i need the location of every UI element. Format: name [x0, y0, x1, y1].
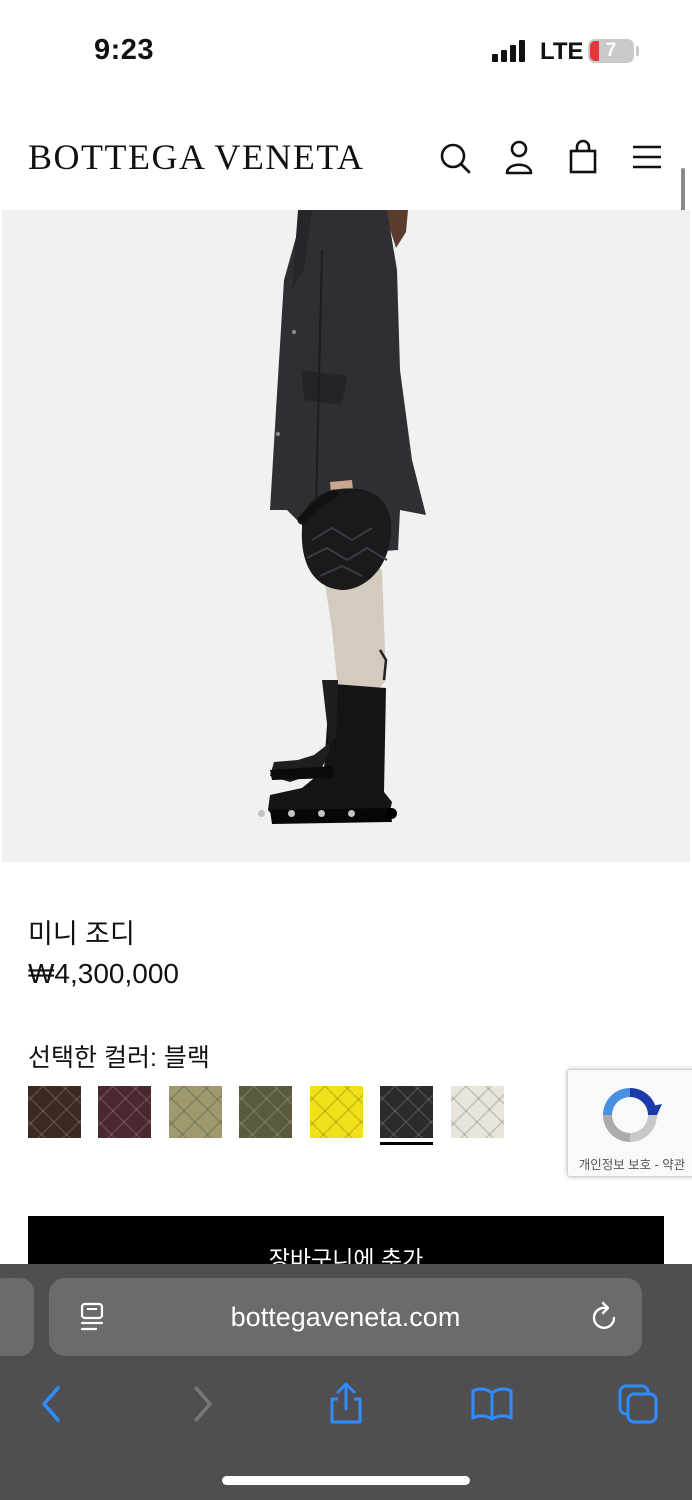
selected-swatch-underline: [380, 1142, 433, 1145]
product-image-carousel[interactable]: [2, 210, 690, 862]
previous-tab-preview[interactable]: [0, 1278, 34, 1356]
color-swatch[interactable]: [451, 1086, 504, 1138]
site-header: BOTTEGA VENETA: [0, 100, 692, 210]
forward-icon[interactable]: [180, 1382, 224, 1426]
bookmarks-icon[interactable]: [470, 1382, 514, 1426]
url-text[interactable]: bottegaveneta.com: [49, 1302, 642, 1333]
recaptcha-privacy-terms[interactable]: 개인정보 보호 - 약관: [568, 1154, 692, 1173]
back-icon[interactable]: [30, 1382, 74, 1426]
product-name: 미니 조디: [28, 919, 135, 949]
battery-cap: [636, 46, 639, 56]
color-swatch[interactable]: [169, 1086, 222, 1138]
selected-color-label: 선택한 컬러: 블랙: [28, 1044, 210, 1072]
color-swatch[interactable]: [380, 1086, 433, 1138]
color-swatch[interactable]: [310, 1086, 363, 1138]
recaptcha-badge[interactable]: 개인정보 보호 - 약관: [567, 1069, 692, 1177]
color-swatch[interactable]: [98, 1086, 151, 1138]
search-icon[interactable]: [438, 138, 472, 176]
carousel-dot-active[interactable]: [386, 808, 397, 819]
browser-toolbar: bottegaveneta.com: [0, 1264, 692, 1500]
menu-icon[interactable]: [630, 138, 664, 176]
cellular-signal-icon: [492, 40, 528, 62]
recaptcha-icon: [603, 1088, 662, 1142]
battery-level: 7: [605, 40, 617, 61]
tabs-icon[interactable]: [616, 1382, 660, 1426]
network-type: LTE: [540, 38, 584, 65]
account-icon[interactable]: [502, 138, 536, 176]
home-indicator[interactable]: [222, 1476, 470, 1485]
product-price: ₩4,300,000: [28, 958, 179, 989]
status-bar: 9:23 LTE 7: [0, 0, 692, 100]
shopping-bag-icon[interactable]: [566, 138, 600, 176]
status-time: 9:23: [94, 34, 155, 66]
reload-icon[interactable]: [589, 1300, 619, 1334]
share-icon[interactable]: [324, 1382, 368, 1426]
address-bar[interactable]: bottegaveneta.com: [49, 1278, 642, 1356]
brand-logo[interactable]: BOTTEGA VENETA: [28, 136, 364, 178]
product-photo: [268, 210, 426, 824]
color-swatch[interactable]: [239, 1086, 292, 1138]
battery-icon: 7: [588, 39, 634, 63]
color-swatch[interactable]: [28, 1086, 81, 1138]
